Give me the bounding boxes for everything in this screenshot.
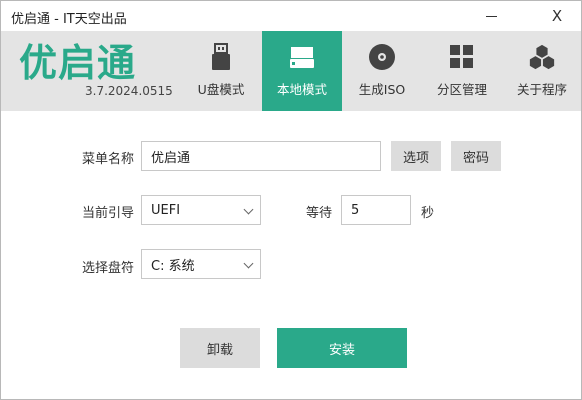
window-title: 优启通 - IT天空出品 bbox=[11, 12, 127, 27]
tab-local-mode-label: 本地模式 bbox=[276, 82, 327, 97]
tab-partition[interactable]: 分区管理 bbox=[422, 31, 502, 111]
version-label: 3.7.2024.0515 bbox=[85, 84, 173, 98]
password-button[interactable]: 密码 bbox=[451, 141, 501, 171]
install-button[interactable]: 安装 bbox=[277, 328, 407, 368]
drive-select[interactable]: C: 系统 bbox=[141, 249, 261, 279]
header-bar: 优启通 3.7.2024.0515 U盘模式 本地模式 生成ISO 分区管理 关… bbox=[1, 31, 581, 111]
wait-label: 等待 bbox=[306, 206, 333, 221]
chevron-down-icon bbox=[243, 258, 254, 269]
boot-label: 当前引导 bbox=[82, 206, 135, 221]
boot-select-value: UEFI bbox=[151, 202, 181, 218]
usb-icon bbox=[207, 43, 235, 71]
tab-generate-iso[interactable]: 生成ISO bbox=[342, 31, 422, 111]
title-bar: 优启通 - IT天空出品 X bbox=[1, 1, 581, 31]
boot-select[interactable]: UEFI bbox=[141, 195, 261, 225]
chevron-down-icon bbox=[243, 204, 254, 215]
menu-name-input[interactable]: 优启通 bbox=[141, 141, 381, 171]
minimize-icon bbox=[485, 15, 497, 17]
app-window: 优启通 - IT天空出品 X 优启通 3.7.2024.0515 U盘模式 本地… bbox=[0, 0, 582, 400]
tab-generate-iso-label: 生成ISO bbox=[358, 82, 406, 97]
wait-unit-label: 秒 bbox=[421, 206, 435, 221]
tab-partition-label: 分区管理 bbox=[436, 82, 487, 97]
tab-usb-mode-label: U盘模式 bbox=[197, 82, 245, 97]
options-button[interactable]: 选项 bbox=[391, 141, 441, 171]
drive-select-value: C: 系统 bbox=[151, 258, 195, 274]
drive-label: 选择盘符 bbox=[82, 261, 135, 276]
tab-usb-mode[interactable]: U盘模式 bbox=[181, 31, 261, 111]
hard-drive-icon bbox=[288, 43, 316, 71]
hexagons-icon bbox=[528, 43, 556, 71]
app-logo: 优启通 bbox=[19, 41, 137, 85]
tab-about-label: 关于程序 bbox=[516, 82, 567, 97]
wait-value: 5 bbox=[351, 202, 360, 218]
wait-input[interactable]: 5 bbox=[341, 195, 411, 225]
menu-name-label: 菜单名称 bbox=[82, 152, 135, 167]
minimize-button[interactable] bbox=[469, 1, 513, 31]
tab-local-mode[interactable]: 本地模式 bbox=[262, 31, 342, 111]
menu-name-value: 优启通 bbox=[151, 150, 191, 166]
close-button[interactable]: X bbox=[535, 1, 579, 31]
uninstall-button[interactable]: 卸载 bbox=[180, 328, 260, 368]
tab-about[interactable]: 关于程序 bbox=[502, 31, 582, 111]
disc-icon bbox=[368, 43, 396, 71]
grid-icon bbox=[448, 43, 476, 71]
